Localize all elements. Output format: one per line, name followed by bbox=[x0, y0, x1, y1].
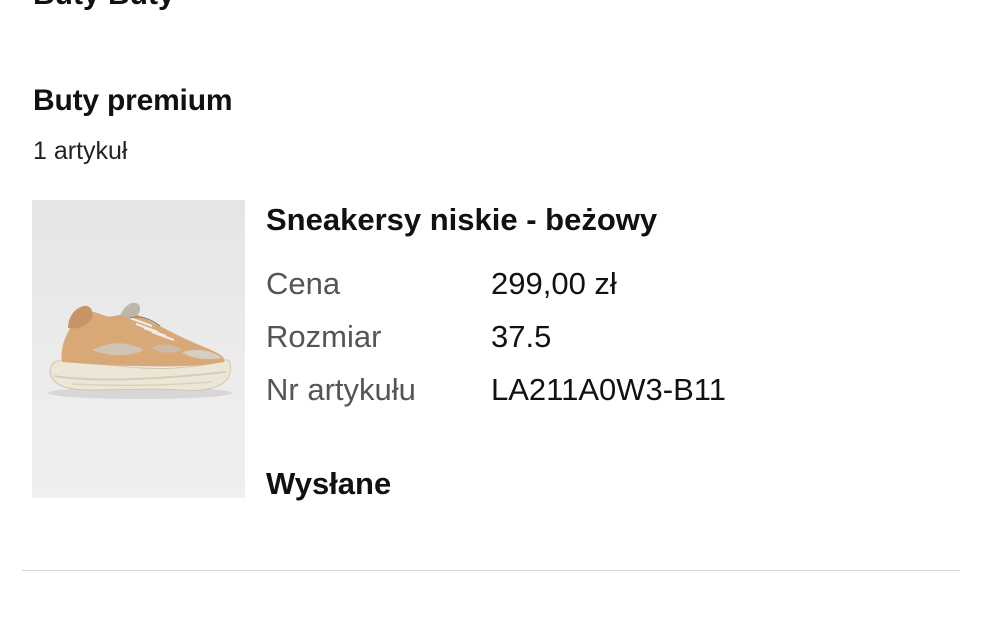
article-number-value: LA211A0W3-B11 bbox=[491, 372, 726, 407]
size-value: 37.5 bbox=[491, 319, 552, 354]
price-value: 299,00 zł bbox=[491, 266, 617, 301]
price-label: Cena bbox=[266, 266, 341, 301]
sneaker-image-icon bbox=[48, 302, 232, 399]
product-thumbnail[interactable] bbox=[32, 200, 245, 498]
section-title: Buty premium bbox=[33, 84, 233, 117]
size-label: Rozmiar bbox=[266, 319, 382, 354]
order-item-screen: Buty Buty Buty premium 1 artykuł Sneaker… bbox=[0, 0, 1000, 618]
article-count: 1 artykuł bbox=[33, 137, 128, 165]
cut-off-heading: Buty Buty bbox=[33, 0, 175, 12]
article-number-label: Nr artykułu bbox=[266, 372, 416, 407]
divider bbox=[22, 570, 960, 571]
product-name-link[interactable]: Sneakersy niskie - beżowy bbox=[266, 202, 657, 238]
shipping-status: Wysłane bbox=[266, 466, 392, 501]
